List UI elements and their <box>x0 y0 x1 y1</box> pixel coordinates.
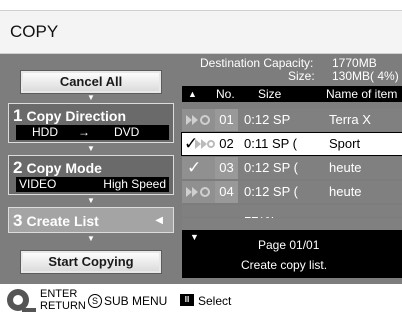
item-number: 04 <box>215 181 238 203</box>
title-bar: COPY <box>0 10 402 54</box>
item-number: 03 <box>215 157 238 179</box>
left-menu: Cancel All ▼ 1 Copy Direction HDD → DVD ▼… <box>8 54 174 284</box>
format-label: VIDEO <box>19 177 57 191</box>
check-icon: ✓ <box>187 158 202 177</box>
step-label: Copy Mode <box>26 160 102 176</box>
down-arrow-icon: ▼ <box>87 93 95 102</box>
down-arrow-icon: ▼ <box>87 196 95 205</box>
empty-row <box>182 218 402 230</box>
item-name: Terra X <box>329 112 371 127</box>
dubbing-icon <box>186 187 210 197</box>
down-arrow-icon: ▼ <box>190 232 199 242</box>
main-panel: Cancel All ▼ 1 Copy Direction HDD → DVD ▼… <box>0 54 402 284</box>
destination-label: DVD <box>114 125 140 139</box>
item-size: 0:12 SP ( 12%) <box>244 160 298 197</box>
step-label: Create List <box>26 213 99 229</box>
cancel-all-button[interactable]: Cancel All <box>21 71 161 93</box>
page-footer: ▼ Page 01/01 Create copy list. <box>182 230 402 278</box>
size-value: 130MB( 4%) <box>332 69 399 83</box>
dubbing-icon <box>186 115 210 125</box>
enter-label: ENTER <box>40 288 78 300</box>
enter-return-icon <box>7 289 36 312</box>
create-list-step[interactable]: 3 Create List ◀ <box>8 207 174 233</box>
left-arrow-icon: ◀ <box>155 215 163 226</box>
speed-label: High Speed <box>103 177 166 191</box>
down-arrow-icon: ▼ <box>87 234 95 243</box>
list-item[interactable]: 04 0:12 SP ( 12%) heute <box>182 181 402 221</box>
header-name: Name of item <box>326 87 398 101</box>
item-name: Sport <box>329 136 361 151</box>
copy-list: Destination Capacity: 1770MB Size: 130MB… <box>181 54 402 284</box>
pause-key-icon: II <box>180 294 194 306</box>
page-title: COPY <box>10 22 59 41</box>
item-number: 02 <box>215 133 238 155</box>
item-number: 01 <box>215 109 238 131</box>
list-item-selected[interactable]: ✓ 02 0:11 SP ( 11%) Sport <box>181 132 402 173</box>
size-label: Size: <box>288 69 315 83</box>
return-label: RETURN <box>40 300 86 312</box>
sub-menu-label: SUB MENU <box>104 294 168 308</box>
down-arrow-icon: ▼ <box>87 144 95 153</box>
key-guide: ENTER RETURN S SUB MENU II Select <box>0 286 402 316</box>
page-indicator: Page 01/01 <box>258 238 320 252</box>
header-no: No. <box>216 87 235 101</box>
item-size: 0:11 SP ( 11%) <box>244 136 297 173</box>
up-arrow-icon: ▲ <box>188 89 197 99</box>
copy-direction-value: HDD → DVD <box>16 125 169 140</box>
arrow-right-icon: → <box>78 125 90 139</box>
create-list-hint: Create copy list. <box>241 258 328 272</box>
item-name: heute <box>329 160 362 175</box>
list-item[interactable]: ✓ 03 0:12 SP ( 12%) heute <box>182 157 402 197</box>
list-item[interactable]: 01 0:12 SP (12%) Terra X <box>182 109 402 149</box>
start-copying-button[interactable]: Start Copying <box>21 251 161 273</box>
step-number: 1 <box>13 106 23 125</box>
step-number: 3 <box>13 211 23 230</box>
empty-row <box>182 205 402 217</box>
item-size: 0:12 SP ( 12%) <box>244 184 298 221</box>
dubbing-icon <box>195 139 215 149</box>
step-number: 2 <box>13 158 23 177</box>
list-header: ▲ No. Size Name of item <box>182 86 402 102</box>
source-label: HDD <box>32 125 58 139</box>
step-label: Copy Direction <box>26 108 127 124</box>
item-size: 0:12 SP (12%) <box>244 112 291 149</box>
copy-mode-value: VIDEO High Speed <box>16 177 169 192</box>
select-label: Select <box>198 294 232 308</box>
sub-menu-key-icon: S <box>88 294 102 308</box>
copy-direction-step[interactable]: 1 Copy Direction HDD → DVD <box>8 103 174 143</box>
item-name: heute <box>329 184 362 199</box>
copy-screen: COPY Cancel All ▼ 1 Copy Direction HDD → … <box>0 0 402 316</box>
header-size: Size <box>258 87 282 101</box>
copy-mode-step[interactable]: 2 Copy Mode VIDEO High Speed <box>8 155 174 195</box>
